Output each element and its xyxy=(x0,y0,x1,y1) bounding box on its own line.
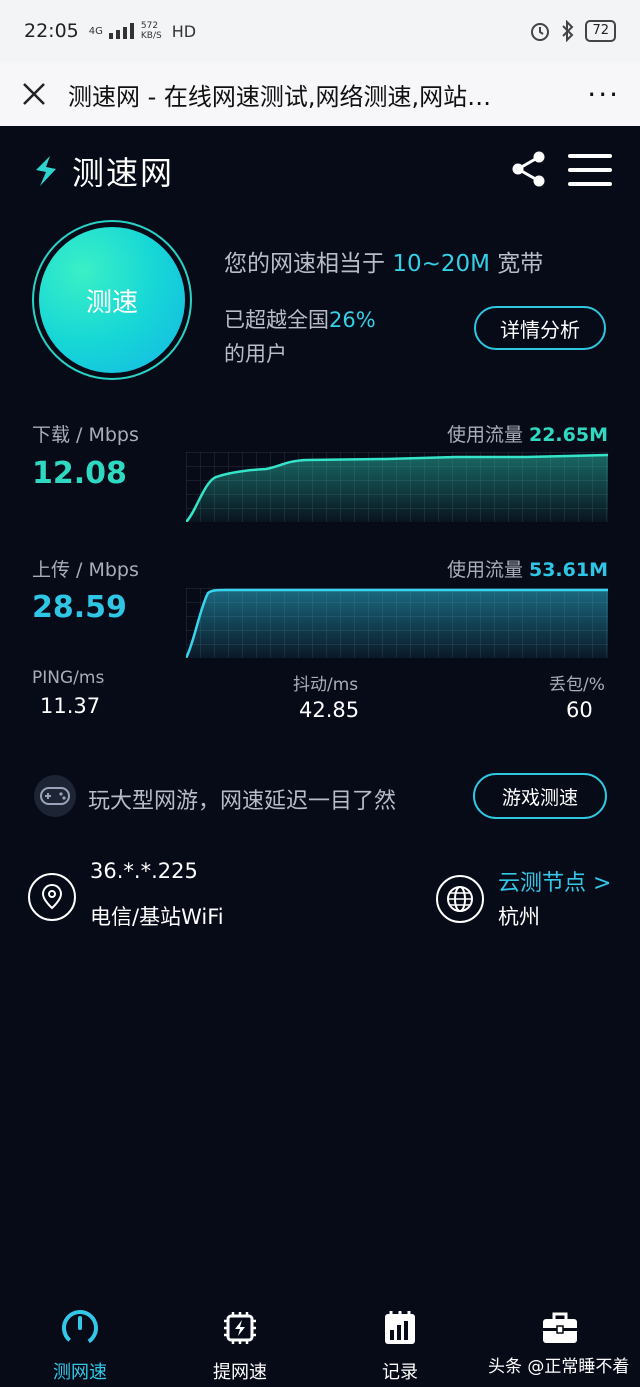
test-node-link[interactable]: 云测节点 > xyxy=(498,865,611,897)
menu-line xyxy=(568,182,612,186)
nav-speed-test[interactable]: 测网速 xyxy=(25,1308,135,1384)
page-title: 测速网 - 在线网速测试,网络测速,网站… xyxy=(68,82,492,111)
loss-value: 60 xyxy=(566,698,593,722)
hd-badge: HD xyxy=(171,21,197,41)
more-menu-button[interactable]: ··· xyxy=(587,78,620,111)
app-header: 测速网 xyxy=(0,126,640,216)
speed-test-ring: 测速 xyxy=(32,220,192,380)
network-info-row: 36.*.*.225 电信/基站WiFi 云测节点 > 杭州 xyxy=(0,855,640,935)
battery-indicator: 72 xyxy=(585,20,616,42)
logo: 测速网 xyxy=(28,148,174,194)
upload-area xyxy=(186,590,608,658)
gamepad-icon xyxy=(34,775,76,817)
ping-label: PING/ms xyxy=(32,668,105,688)
logo-text: 测速网 xyxy=(72,154,175,192)
browser-title-bar: 测速网 - 在线网速测试,网络测速,网站… ··· xyxy=(0,62,640,126)
toolbox-icon xyxy=(543,1312,577,1343)
close-button[interactable] xyxy=(20,80,48,108)
net-speed: 572 KB/S xyxy=(140,21,162,41)
bluetooth-icon xyxy=(562,20,574,42)
nav-label: 提网速 xyxy=(213,1362,267,1383)
watermark: 头条 @正常睡不着 xyxy=(488,1357,630,1377)
node-city: 杭州 xyxy=(498,905,540,929)
isp-name: 电信/基站WiFi xyxy=(90,905,224,929)
share-icon xyxy=(512,151,545,187)
game-speed-button[interactable]: 游戏测速 xyxy=(473,773,607,819)
nav-boost[interactable]: 提网速 xyxy=(185,1308,295,1384)
status-bar: 22:05 4G 572 KB/S HD 72 xyxy=(0,0,640,62)
download-usage: 使用流量 22.65M xyxy=(446,424,608,446)
detail-analysis-button[interactable]: 详情分析 xyxy=(474,306,606,350)
upload-usage: 使用流量 53.61M xyxy=(446,559,608,581)
stats-row: PING/ms 11.37 抖动/ms 42.85 丢包/% 60 xyxy=(0,668,640,728)
ip-address: 36.*.*.225 xyxy=(90,859,198,883)
nav-label: 测网速 xyxy=(53,1362,107,1383)
surpass-percent: 26% xyxy=(329,308,376,332)
hamburger-menu-button[interactable] xyxy=(568,154,612,196)
status-time: 22:05 xyxy=(24,20,79,42)
nav-records[interactable]: 记录 xyxy=(345,1308,455,1384)
speed-test-button[interactable]: 测速 xyxy=(39,227,185,373)
upload-label: 上传 / Mbps xyxy=(32,559,139,581)
nav-label: 记录 xyxy=(382,1362,418,1383)
signal-icon xyxy=(108,23,134,39)
nav-toolbox[interactable] xyxy=(505,1308,615,1348)
upload-graph xyxy=(186,588,608,658)
loss-label: 丢包/% xyxy=(549,675,605,695)
close-icon xyxy=(23,83,45,105)
network-indicator: 4G 572 KB/S HD xyxy=(89,21,196,41)
location-icon xyxy=(28,873,76,921)
download-value: 12.08 xyxy=(32,456,127,491)
menu-line xyxy=(568,168,612,172)
bandwidth-equivalent: 您的网速相当于 10~20M 宽带 xyxy=(224,251,544,277)
surpass-text: 已超越全国26% 的用户 xyxy=(224,308,376,366)
bandwidth-value: 10~20M xyxy=(392,251,490,277)
download-graph xyxy=(186,452,608,522)
alarm-icon xyxy=(531,23,550,41)
share-button[interactable] xyxy=(510,150,548,192)
net-type: 4G xyxy=(88,25,103,37)
logo-icon xyxy=(36,156,56,186)
download-label: 下载 / Mbps xyxy=(32,424,139,446)
game-promo-text: 玩大型网游，网速延迟一目了然 xyxy=(88,789,397,814)
jitter-label: 抖动/ms xyxy=(293,675,359,695)
globe-icon xyxy=(436,875,484,923)
menu-line xyxy=(568,154,612,158)
chip-boost-icon xyxy=(224,1312,256,1344)
game-speed-row: 玩大型网游，网速延迟一目了然 游戏测速 xyxy=(0,773,640,823)
speedometer-icon xyxy=(62,1310,98,1346)
upload-value: 28.59 xyxy=(32,590,127,625)
jitter-value: 42.85 xyxy=(299,698,360,722)
records-chart-icon xyxy=(385,1311,415,1344)
ping-value: 11.37 xyxy=(40,694,101,718)
